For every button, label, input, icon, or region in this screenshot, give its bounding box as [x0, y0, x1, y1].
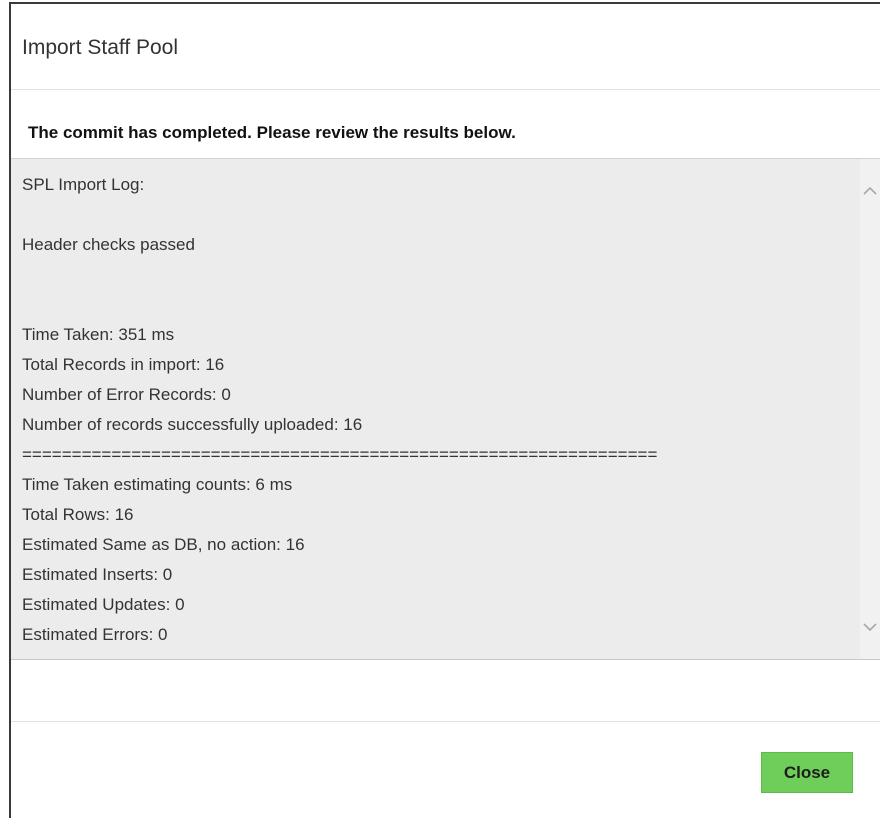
log-content: SPL Import Log: Header checks passed Tim… [22, 170, 852, 650]
log-line: Header checks passed [22, 235, 195, 254]
import-dialog: Import Staff Pool The commit has complet… [9, 2, 880, 818]
dialog-title: Import Staff Pool [22, 36, 179, 59]
log-line: ========================================… [22, 445, 658, 464]
log-line: SPL Import Log: [22, 175, 145, 194]
log-line: Time Taken: 351 ms [22, 325, 175, 344]
footer-divider [11, 721, 880, 722]
dialog-header: Import Staff Pool [11, 4, 880, 90]
status-message: The commit has completed. Please review … [28, 123, 516, 142]
log-line: Total Records in import: 16 [22, 355, 225, 374]
close-button[interactable]: Close [761, 752, 853, 793]
log-line: Estimated Same as DB, no action: 16 [22, 535, 305, 554]
log-line: Total Rows: 16 [22, 505, 134, 524]
import-log-textarea[interactable]: SPL Import Log: Header checks passed Tim… [11, 158, 880, 660]
log-line: Number of records successfully uploaded:… [22, 415, 363, 434]
log-line: Number of Error Records: 0 [22, 385, 231, 404]
chevron-down-icon[interactable] [860, 617, 880, 637]
chevron-up-icon[interactable] [860, 181, 880, 201]
log-line: Estimated Errors: 0 [22, 625, 168, 644]
log-line: Time Taken estimating counts: 6 ms [22, 475, 293, 494]
log-scrollbar[interactable] [860, 159, 880, 659]
log-line: Estimated Updates: 0 [22, 595, 185, 614]
log-line: Estimated Inserts: 0 [22, 565, 173, 584]
